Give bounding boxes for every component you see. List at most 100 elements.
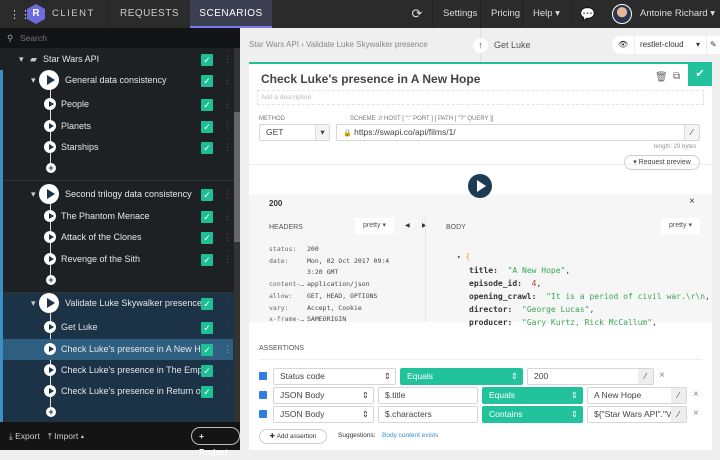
play-scenario-icon[interactable] bbox=[39, 70, 59, 90]
scenario-item[interactable]: ▾ Validate Luke Skywalker presence ✓ ⋮ bbox=[3, 293, 233, 314]
nav-settings[interactable]: Settings bbox=[432, 0, 477, 28]
play-icon[interactable] bbox=[44, 98, 56, 110]
play-scenario-icon[interactable] bbox=[39, 293, 59, 313]
scenario-item[interactable]: ▾ Second trilogy data consistency ✓ ⋮ bbox=[3, 184, 233, 205]
play-icon[interactable] bbox=[44, 364, 56, 376]
request-item[interactable]: Check Luke's presence in A New H... ✓ ⋮ bbox=[3, 339, 233, 360]
more-icon[interactable]: ⋮ bbox=[223, 137, 232, 158]
eye-icon[interactable]: 👁 bbox=[618, 36, 628, 54]
request-item[interactable]: Revenge of the Sith ✓ ⋮ bbox=[3, 249, 233, 270]
request-title[interactable]: Check Luke's presence in A New Hope bbox=[261, 72, 480, 86]
remove-assertion-icon[interactable]: × bbox=[659, 370, 665, 381]
tab-requests[interactable]: REQUESTS bbox=[108, 0, 190, 28]
more-icon[interactable]: ⋮ bbox=[223, 116, 232, 137]
assertion-comparison[interactable]: Equals ⇕ bbox=[400, 368, 523, 385]
checkbox[interactable]: ✓ bbox=[201, 142, 213, 154]
more-icon[interactable]: ⋮ bbox=[223, 360, 232, 381]
method-select[interactable]: GET ▾ bbox=[259, 124, 330, 141]
magic-wand-icon[interactable]: ⁄ bbox=[684, 125, 699, 140]
play-scenario-icon[interactable] bbox=[39, 184, 59, 204]
close-icon[interactable]: × bbox=[689, 196, 695, 207]
body-format-select[interactable]: pretty ▾ bbox=[661, 218, 700, 234]
request-item[interactable]: The Phantom Menace ✓ ⋮ bbox=[3, 206, 233, 227]
checkbox[interactable]: ✓ bbox=[201, 365, 213, 377]
headers-format-select[interactable]: pretty ▾ bbox=[355, 218, 394, 234]
chat-icon[interactable]: 💬 bbox=[572, 0, 602, 28]
delete-icon[interactable]: 🗑 bbox=[655, 72, 668, 83]
play-icon[interactable] bbox=[44, 141, 56, 153]
previous-request-button[interactable]: ↑ bbox=[473, 38, 488, 53]
assertion-checkbox[interactable] bbox=[259, 391, 267, 399]
checkbox[interactable]: ✓ bbox=[201, 75, 213, 87]
more-icon[interactable]: ⋮ bbox=[223, 227, 232, 248]
save-button[interactable]: ✔ bbox=[688, 62, 712, 86]
checkbox[interactable]: ✓ bbox=[201, 121, 213, 133]
add-assertion-button[interactable]: ✚ Add assertion bbox=[259, 429, 327, 444]
url-input[interactable]: 🔒 https://swapi.co/api/films/1/ ⁄ bbox=[336, 124, 700, 141]
play-icon[interactable] bbox=[44, 210, 56, 222]
assertion-value[interactable]: ${"Star Wars API"."Val ⁄ bbox=[587, 406, 687, 423]
assertion-source[interactable]: JSON Body ⇕ bbox=[273, 387, 374, 404]
checkbox[interactable]: ✓ bbox=[201, 298, 213, 310]
more-icon[interactable]: ⋮ bbox=[223, 94, 232, 115]
add-project-button[interactable]: + Project bbox=[191, 427, 240, 457]
user-menu[interactable]: Antoine Richard ▾ bbox=[640, 0, 715, 28]
request-item[interactable]: Planets ✓ ⋮ bbox=[3, 116, 233, 137]
more-icon[interactable]: ⋮ bbox=[223, 293, 232, 314]
import-button[interactable]: ⤒ Import ▴ bbox=[48, 422, 84, 450]
request-item[interactable]: People ✓ ⋮ bbox=[3, 94, 233, 115]
sync-icon[interactable]: ⟳ bbox=[402, 0, 432, 28]
caret-down-icon[interactable]: ▾ bbox=[31, 293, 36, 314]
more-icon[interactable]: ⋮ bbox=[223, 339, 232, 360]
scrollbar[interactable] bbox=[234, 48, 240, 422]
checkbox[interactable]: ✓ bbox=[201, 232, 213, 244]
more-icon[interactable]: ⋮ bbox=[223, 206, 232, 227]
breadcrumb-project[interactable]: Star Wars API bbox=[249, 40, 299, 49]
checkbox[interactable]: ✓ bbox=[201, 99, 213, 111]
assertion-value[interactable]: A New Hope ⁄ bbox=[587, 387, 687, 404]
magic-wand-icon[interactable]: ⁄ bbox=[671, 388, 686, 403]
duplicate-icon[interactable]: ⧉ bbox=[673, 71, 680, 82]
checkbox[interactable]: ✓ bbox=[201, 322, 213, 334]
caret-down-icon[interactable]: ▾ bbox=[31, 184, 36, 205]
request-item[interactable]: Check Luke's presence in The Empi... ✓ ⋮ bbox=[3, 360, 233, 381]
magic-wand-icon[interactable]: ⁄ bbox=[671, 407, 686, 422]
checkbox[interactable]: ✓ bbox=[201, 54, 213, 66]
tab-scenarios[interactable]: SCENARIOS bbox=[190, 0, 272, 28]
project-item[interactable]: ▾ ▰ Star Wars API ✓ ⋮ bbox=[3, 49, 233, 70]
play-icon[interactable] bbox=[44, 321, 56, 333]
request-preview-button[interactable]: ▾ Request preview bbox=[624, 155, 700, 170]
nav-pricing[interactable]: Pricing bbox=[480, 0, 522, 28]
assertion-checkbox[interactable] bbox=[259, 410, 267, 418]
magic-wand-icon[interactable]: ⁄ bbox=[638, 369, 653, 384]
more-icon[interactable]: ⋮ bbox=[223, 184, 232, 205]
checkbox[interactable]: ✓ bbox=[201, 386, 213, 398]
assertion-source[interactable]: Status code ⇕ bbox=[273, 368, 396, 385]
checkbox[interactable]: ✓ bbox=[201, 211, 213, 223]
play-icon[interactable] bbox=[44, 120, 56, 132]
description-input[interactable]: Add a description bbox=[257, 90, 704, 105]
checkbox[interactable]: ✓ bbox=[201, 189, 213, 201]
search-input[interactable]: ⚲ Search bbox=[0, 28, 240, 48]
checkbox[interactable]: ✓ bbox=[201, 254, 213, 266]
caret-down-icon[interactable]: ▾ bbox=[19, 49, 24, 70]
request-item[interactable]: Get Luke ✓ ⋮ bbox=[3, 317, 233, 338]
play-icon[interactable] bbox=[44, 253, 56, 265]
assertion-value[interactable]: 200 ⁄ bbox=[527, 368, 654, 385]
assertion-checkbox[interactable] bbox=[259, 372, 267, 380]
send-button[interactable] bbox=[468, 174, 492, 198]
caret-down-icon[interactable]: ▾ bbox=[31, 70, 36, 91]
play-icon[interactable] bbox=[44, 231, 56, 243]
nav-help[interactable]: Help ▾ bbox=[522, 0, 570, 28]
request-item[interactable]: Check Luke's presence in Return of ... ✓ ⋮ bbox=[3, 381, 233, 402]
remove-assertion-icon[interactable]: × bbox=[693, 389, 699, 400]
play-icon[interactable] bbox=[44, 385, 56, 397]
avatar[interactable] bbox=[612, 4, 632, 24]
previous-request-name[interactable]: Get Luke bbox=[494, 40, 531, 50]
assertion-path[interactable]: $.title bbox=[378, 387, 478, 404]
more-icon[interactable]: ⋮ bbox=[223, 381, 232, 402]
add-request-button[interactable]: + bbox=[3, 270, 233, 291]
collapse-left-icon[interactable]: ◀ bbox=[405, 222, 410, 229]
more-icon[interactable]: ⋮ bbox=[223, 70, 232, 91]
more-icon[interactable]: ⋮ bbox=[223, 317, 232, 338]
